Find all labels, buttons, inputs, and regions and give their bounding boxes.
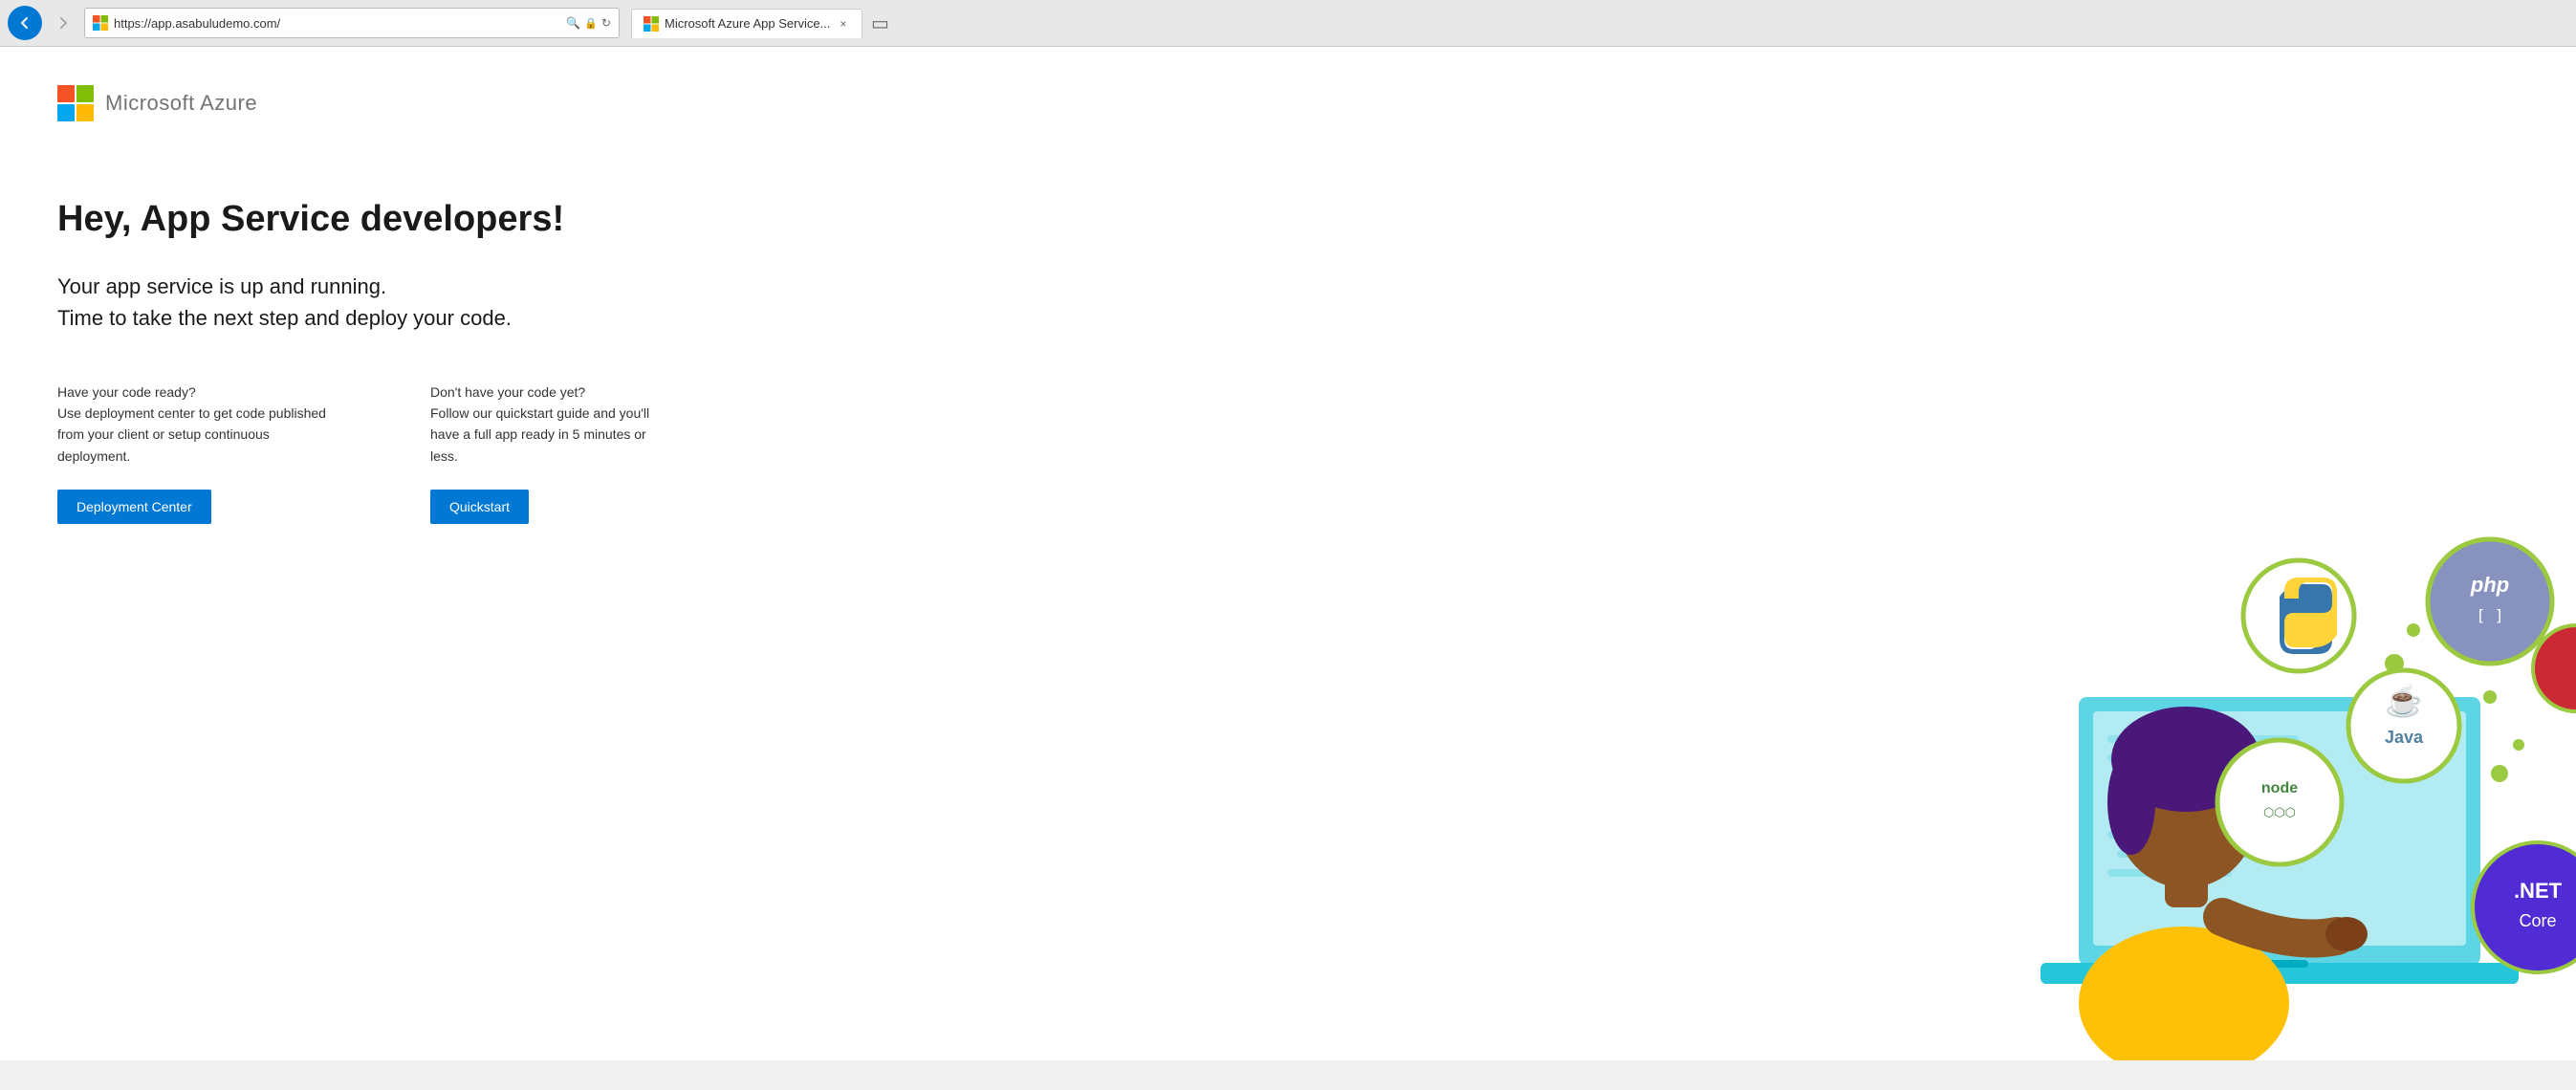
cta-left-line1: Have your code ready? [57, 384, 196, 400]
address-favicon [93, 15, 108, 31]
tab-close-button[interactable]: × [836, 15, 850, 33]
page-content: Microsoft Azure Hey, App Service develop… [0, 47, 2576, 1060]
address-bar-icons: 🔍 🔒 ↻ [566, 16, 611, 30]
cta-left-line2: Use deployment center to get code publis… [57, 405, 326, 421]
page-title: Hey, App Service developers! [57, 198, 727, 242]
illustration-svg: php [ ] ☕ Java node ⬡⬡⬡ .NET Core [1926, 506, 2576, 1060]
logo-green-square [76, 85, 94, 102]
tab-favicon [644, 16, 659, 32]
back-button[interactable] [8, 6, 42, 40]
logo-red-square [57, 85, 75, 102]
svg-text:.NET: .NET [2514, 879, 2563, 903]
cta-right-line2: Follow our quickstart guide and you'll [430, 405, 649, 421]
cta-right-line3: have a full app ready in 5 minutes or [430, 426, 646, 442]
illustration-container: php [ ] ☕ Java node ⬡⬡⬡ .NET Core [1926, 506, 2576, 1060]
active-tab[interactable]: Microsoft Azure App Service... × [631, 9, 862, 38]
svg-text:⬡⬡⬡: ⬡⬡⬡ [2263, 805, 2296, 819]
url-text: https://app.asabuludemo.com/ [114, 16, 560, 31]
cta-right-description: Don't have your code yet? Follow our qui… [430, 382, 727, 468]
cta-right-column: Don't have your code yet? Follow our qui… [430, 382, 727, 525]
deployment-center-button[interactable]: Deployment Center [57, 490, 211, 524]
subtitle-line2: Time to take the next step and deploy yo… [57, 306, 512, 330]
search-icon: 🔍 [566, 16, 580, 30]
cta-left-description: Have your code ready? Use deployment cen… [57, 382, 354, 468]
tab-title: Microsoft Azure App Service... [665, 16, 830, 31]
lock-icon: 🔒 [584, 17, 598, 30]
microsoft-logo [57, 85, 94, 121]
browser-toolbar: https://app.asabuludemo.com/ 🔍 🔒 ↻ Micro… [0, 0, 2576, 46]
logo-blue-square [57, 104, 75, 121]
svg-text:Core: Core [2519, 911, 2556, 930]
browser-chrome: https://app.asabuludemo.com/ 🔍 🔒 ↻ Micro… [0, 0, 2576, 47]
quickstart-button[interactable]: Quickstart [430, 490, 529, 524]
page-subtitle: Your app service is up and running. Time… [57, 271, 727, 334]
address-bar[interactable]: https://app.asabuludemo.com/ 🔍 🔒 ↻ [84, 8, 620, 38]
cta-columns: Have your code ready? Use deployment cen… [57, 382, 727, 525]
tab-bar: Microsoft Azure App Service... × ▭ [623, 9, 901, 38]
cta-left-line3: from your client or setup continuous [57, 426, 270, 442]
svg-text:php: php [2470, 573, 2509, 597]
svg-text:node: node [2261, 780, 2298, 796]
main-content: Hey, App Service developers! Your app se… [57, 198, 2519, 524]
cta-left-column: Have your code ready? Use deployment cen… [57, 382, 354, 525]
new-tab-button[interactable]: ▭ [866, 10, 893, 36]
svg-text:☕: ☕ [2385, 683, 2423, 718]
left-content: Hey, App Service developers! Your app se… [57, 198, 727, 524]
cta-right-line1: Don't have your code yet? [430, 384, 585, 400]
cta-right-line4: less. [430, 448, 458, 464]
cta-left-line4: deployment. [57, 448, 130, 464]
azure-logo: Microsoft Azure [57, 85, 2519, 121]
logo-yellow-square [76, 104, 94, 121]
forward-button[interactable] [46, 6, 80, 40]
azure-logo-text: Microsoft Azure [105, 91, 257, 116]
refresh-icon[interactable]: ↻ [601, 16, 611, 30]
svg-text:Java: Java [2385, 728, 2424, 747]
subtitle-line1: Your app service is up and running. [57, 274, 386, 298]
svg-text:[ ]: [ ] [2477, 606, 2504, 624]
